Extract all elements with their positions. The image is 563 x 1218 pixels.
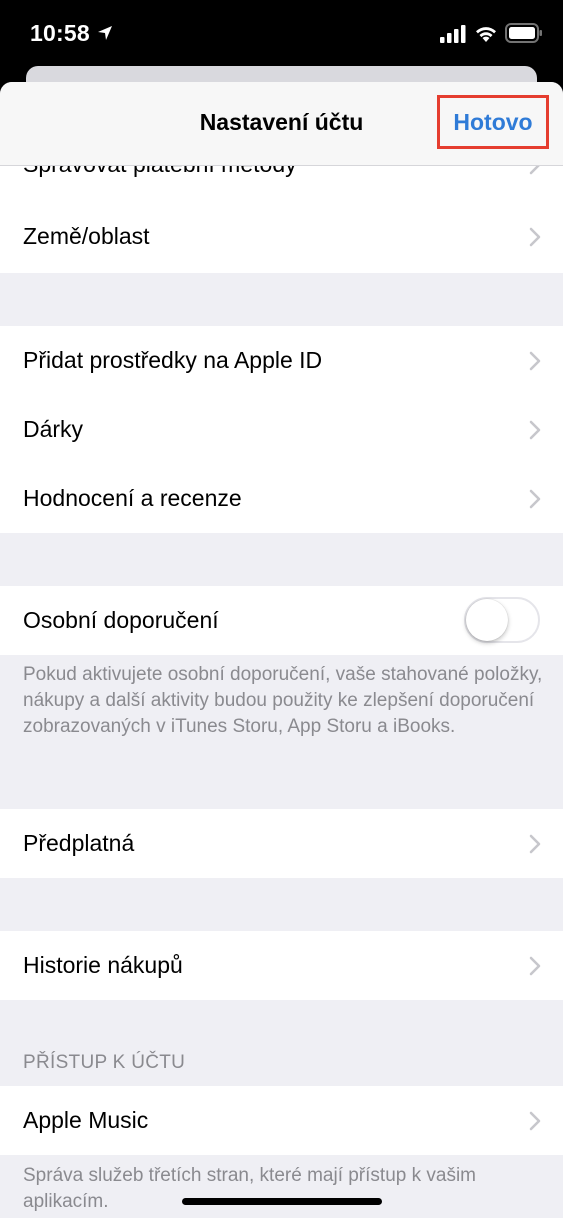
home-indicator[interactable]	[182, 1198, 382, 1205]
purchase-history-group: Historie nákupů	[0, 931, 563, 1000]
wifi-icon	[476, 27, 496, 42]
subscriptions-label: Předplatná	[23, 830, 135, 856]
personal-recommendations-group: Osobní doporučení	[0, 586, 563, 655]
apple-music-label: Apple Music	[23, 1107, 149, 1133]
chevron-right-icon	[529, 489, 541, 509]
cellular-signal-icon	[440, 25, 466, 43]
personal-recommendations-label: Osobní doporučení	[23, 607, 219, 633]
personal-recommendations-toggle[interactable]	[464, 597, 540, 643]
ratings-reviews-row[interactable]: Hodnocení a recenze	[0, 464, 563, 533]
country-region-label: Země/oblast	[23, 223, 150, 249]
add-funds-label: Přidat prostředky na Apple ID	[23, 347, 323, 373]
toggle-knob	[466, 599, 508, 641]
personal-recommendations-note: Pokud aktivujete osobní doporučení, vaše…	[23, 664, 543, 737]
subscriptions-row[interactable]: Předplatná	[0, 809, 563, 878]
chevron-right-icon	[529, 1111, 541, 1131]
location-arrow-icon	[98, 26, 112, 40]
purchase-history-label: Historie nákupů	[23, 952, 183, 978]
account-access-group: Apple Music	[0, 1086, 563, 1155]
purchase-history-row[interactable]: Historie nákupů	[0, 931, 563, 1000]
done-button[interactable]: Hotovo	[437, 95, 549, 149]
chevron-right-icon	[529, 834, 541, 854]
add-funds-row[interactable]: Přidat prostředky na Apple ID	[0, 326, 563, 395]
subscriptions-group: Předplatná	[0, 809, 563, 878]
account-access-note: Správa služeb třetích stran, které mají …	[23, 1165, 477, 1212]
chevron-right-icon	[529, 956, 541, 976]
country-region-row[interactable]: Země/oblast	[0, 202, 563, 271]
gifts-label: Dárky	[23, 416, 84, 442]
gifts-row[interactable]: Dárky	[0, 395, 563, 464]
chevron-right-icon	[529, 351, 541, 371]
chevron-right-icon	[529, 227, 541, 247]
account-settings-sheet: Spravovat platební metody Země/oblast Př…	[0, 82, 563, 1218]
chevron-right-icon	[529, 420, 541, 440]
battery-icon	[505, 23, 542, 43]
funds-gifts-group: Přidat prostředky na Apple ID Dárky Hodn…	[0, 326, 563, 533]
apple-music-row[interactable]: Apple Music	[0, 1086, 563, 1155]
status-time: 10:58	[30, 20, 90, 46]
ratings-reviews-label: Hodnocení a recenze	[23, 485, 242, 511]
status-bar: 10:58	[0, 0, 563, 64]
account-access-header: PŘÍSTUP K ÚČTU	[23, 1052, 186, 1073]
personal-recommendations-row: Osobní doporučení	[0, 586, 563, 655]
navigation-bar: Nastavení účtu Hotovo	[0, 82, 563, 166]
